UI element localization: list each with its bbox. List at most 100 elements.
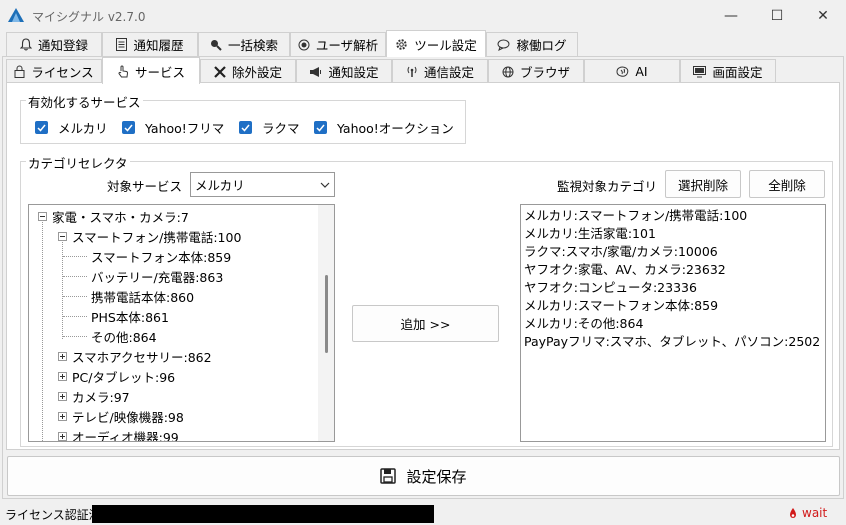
close-button[interactable]: ✕	[800, 0, 846, 31]
tab-label: ライセンス	[31, 65, 94, 80]
list-item[interactable]: ラクマ:スマホ/家電/カメラ:10006	[521, 243, 825, 261]
maximize-button[interactable]: ☐	[754, 0, 800, 31]
tab-label: 通信設定	[423, 65, 474, 80]
expand-icon[interactable]	[58, 351, 67, 361]
redacted-license-key	[92, 505, 434, 523]
checkbox-label: Yahoo!オークション	[337, 121, 454, 136]
list-item[interactable]: メルカリ:スマートフォン/携帯電話:100	[521, 207, 825, 225]
tree-node[interactable]: その他:864	[91, 326, 157, 346]
list-item[interactable]: メルカリ:スマートフォン本体:859	[521, 297, 825, 315]
delete-selected-button[interactable]: 選択削除	[665, 170, 741, 198]
list-item[interactable]: ヤフオク:コンピュータ:23336	[521, 279, 825, 297]
checkbox-checked-icon	[122, 121, 135, 134]
tree-node-label: オーディオ機器:99	[72, 429, 179, 442]
tree-node-label: スマホアクセサリー:862	[72, 349, 212, 365]
tree-node[interactable]: オーディオ機器:99	[58, 426, 179, 442]
tree-node[interactable]: スマートフォン/携帯電話:100	[58, 226, 241, 246]
tree-guide-line	[63, 276, 87, 277]
status-bar: ライセンス認証済： wait	[0, 501, 846, 525]
monitor-icon	[693, 65, 707, 78]
chat-icon	[497, 39, 510, 51]
checkbox-yahoo-furima[interactable]: Yahoo!フリマ	[122, 118, 224, 137]
lock-icon	[14, 65, 25, 78]
monitored-category-list[interactable]: メルカリ:スマートフォン/携帯電話:100 メルカリ:生活家電:101 ラクマ:…	[520, 204, 826, 442]
list-item[interactable]: メルカリ:生活家電:101	[521, 225, 825, 243]
collapse-icon[interactable]	[38, 211, 47, 221]
checkbox-yahoo-auction[interactable]: Yahoo!オークション	[314, 118, 454, 137]
save-button-label: 設定保存	[406, 467, 467, 486]
tree-guide-line	[63, 296, 87, 297]
tab-tool-settings[interactable]: ツール設定	[386, 30, 486, 57]
tab-label: 一括検索	[227, 38, 278, 53]
services-group-label: 有効化するサービス	[26, 92, 143, 111]
expand-icon[interactable]	[58, 411, 67, 421]
checkbox-checked-icon	[239, 121, 252, 134]
tab-label: ユーザ解析	[315, 38, 379, 53]
tree-node[interactable]: カメラ:97	[58, 386, 130, 406]
expand-icon[interactable]	[58, 371, 67, 381]
monitored-category-label: 監視対象カテゴリ	[557, 179, 658, 194]
subtab-notification[interactable]: 通知設定	[296, 59, 392, 83]
expand-icon[interactable]	[58, 391, 67, 401]
subtab-ai[interactable]: AI	[584, 59, 680, 83]
tree-node[interactable]: 家電・スマホ・カメラ:7	[38, 206, 189, 226]
minimize-button[interactable]: —	[708, 0, 754, 31]
tab-label: ブラウザ	[519, 65, 570, 80]
checkbox-label: Yahoo!フリマ	[145, 121, 225, 136]
tree-node-label: その他:864	[91, 329, 157, 345]
delete-all-button[interactable]: 全削除	[749, 170, 825, 198]
subtab-exclusion[interactable]: 除外設定	[200, 59, 296, 83]
tree-node[interactable]: PC/タブレット:96	[58, 366, 175, 386]
save-settings-button[interactable]: 設定保存	[7, 456, 840, 496]
tab-label: AI	[635, 64, 648, 79]
tree-guide-line	[42, 219, 43, 441]
flame-icon	[790, 507, 796, 518]
tree-node-label: 家電・スマホ・カメラ:7	[52, 209, 189, 225]
tab-notification-register[interactable]: 通知登録	[6, 32, 102, 56]
tree-guide-line	[63, 316, 87, 317]
tab-bulk-search[interactable]: 一括検索	[198, 32, 290, 56]
tree-node[interactable]: スマートフォン本体:859	[91, 246, 231, 266]
document-icon	[116, 38, 128, 51]
tree-node[interactable]: スマホアクセサリー:862	[58, 346, 212, 366]
checkbox-checked-icon	[35, 121, 48, 134]
target-service-value: メルカリ	[195, 178, 245, 193]
list-item[interactable]: ヤフオク:家電、AV、カメラ:23632	[521, 261, 825, 279]
chevron-down-icon	[320, 182, 330, 188]
tab-notification-history[interactable]: 通知履歴	[102, 32, 198, 56]
tree-node[interactable]: 携帯電話本体:860	[91, 286, 194, 306]
checkbox-mercari[interactable]: メルカリ	[35, 118, 108, 137]
checkbox-label: ラクマ	[262, 121, 300, 136]
tree-node-label: カメラ:97	[72, 389, 130, 405]
subtab-license[interactable]: ライセンス	[6, 59, 102, 83]
subtab-service[interactable]: サービス	[102, 57, 200, 84]
search-icon	[210, 39, 222, 51]
tree-node-label: テレビ/映像機器:98	[72, 409, 184, 425]
tab-label: 通知設定	[328, 65, 379, 80]
x-icon	[214, 65, 226, 78]
list-item[interactable]: PayPayフリマ:スマホ、タブレット、パソコン:2502	[521, 333, 825, 351]
tree-node[interactable]: バッテリー/充電器:863	[91, 266, 223, 286]
checkbox-rakuma[interactable]: ラクマ	[239, 118, 300, 137]
tree-node[interactable]: PHS本体:861	[91, 306, 169, 326]
wait-status: wait	[789, 506, 827, 520]
tree-node-label: バッテリー/充電器:863	[91, 269, 224, 285]
collapse-icon[interactable]	[58, 231, 67, 241]
add-category-button[interactable]: 追加 >>	[352, 305, 499, 342]
subtab-browser[interactable]: ブラウザ	[488, 59, 584, 83]
tab-label: 画面設定	[712, 65, 763, 80]
target-service-select[interactable]: メルカリ	[190, 172, 335, 197]
category-tree[interactable]: 家電・スマホ・カメラ:7 スマートフォン/携帯電話:100 スマートフォン本体:…	[28, 204, 335, 442]
list-item[interactable]: メルカリ:その他:864	[521, 315, 825, 333]
tree-scrollbar[interactable]	[318, 205, 334, 441]
tab-user-analysis[interactable]: ユーザ解析	[290, 32, 386, 56]
tab-operation-log[interactable]: 稼働ログ	[486, 32, 578, 56]
hand-pointer-icon	[117, 65, 129, 78]
checkbox-checked-icon	[314, 121, 327, 134]
subtab-display[interactable]: 画面設定	[680, 59, 776, 83]
subtab-communication[interactable]: 通信設定	[392, 59, 488, 83]
expand-icon[interactable]	[58, 431, 67, 441]
window-title: マイシグナル v2.7.0	[32, 10, 146, 24]
scrollbar-thumb[interactable]	[325, 275, 328, 353]
tree-node[interactable]: テレビ/映像機器:98	[58, 406, 184, 426]
